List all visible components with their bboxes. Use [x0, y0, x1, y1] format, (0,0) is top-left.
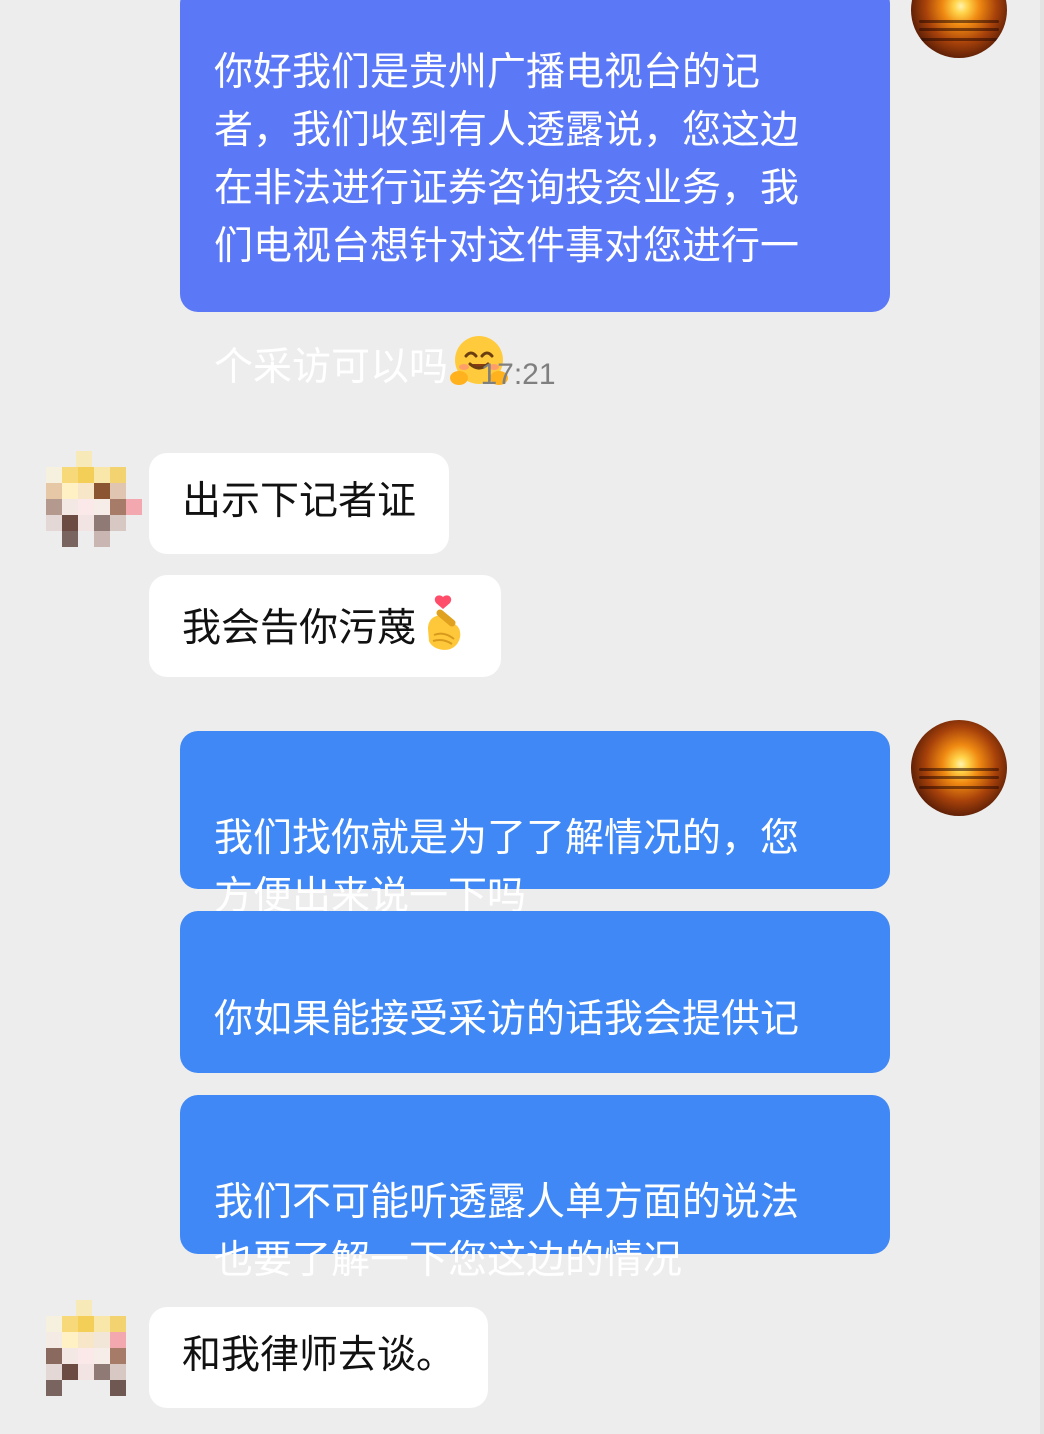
- message-bubble-self[interactable]: 我们不可能听透露人单方面的说法 也要了解一下您这边的情况: [180, 1095, 890, 1283]
- message-bubble-other[interactable]: 和我律师去谈。: [149, 1307, 489, 1408]
- message-timestamp: 17:21: [480, 358, 556, 391]
- contact-avatar[interactable]: [46, 1300, 138, 1396]
- message-text: 出示下记者证: [182, 479, 417, 524]
- message-bubble-self[interactable]: 你如果能接受采访的话我会提供记 者证的: [180, 911, 890, 1163]
- message-bubble-self[interactable]: 我们找你就是为了了解情况的，您 方便出来说一下吗: [180, 731, 890, 919]
- contact-avatar[interactable]: [46, 451, 142, 547]
- hugging-face-emoji-icon: [450, 276, 509, 385]
- message-text: 和我律师去谈。: [182, 1333, 456, 1378]
- finger-heart-emoji-icon: [418, 595, 468, 651]
- message-text: 我会告你污蔑: [182, 606, 417, 651]
- self-avatar[interactable]: [911, 0, 1007, 58]
- message-text: 我们不可能听透露人单方面的说法 也要了解一下您这边的情况: [214, 1180, 800, 1283]
- message-bubble-other[interactable]: 我会告你污蔑: [149, 575, 502, 677]
- message-bubble-other[interactable]: 出示下记者证: [149, 453, 450, 554]
- message-text: 我们找你就是为了了解情况的，您 方便出来说一下吗: [214, 816, 800, 919]
- scrollbar[interactable]: [1040, 0, 1044, 1434]
- message-bubble-self[interactable]: 你好我们是贵州广播电视台的记 者，我们收到有人透露说，您这边 在非法进行证券咨询…: [180, 0, 890, 390]
- self-avatar[interactable]: [911, 720, 1007, 816]
